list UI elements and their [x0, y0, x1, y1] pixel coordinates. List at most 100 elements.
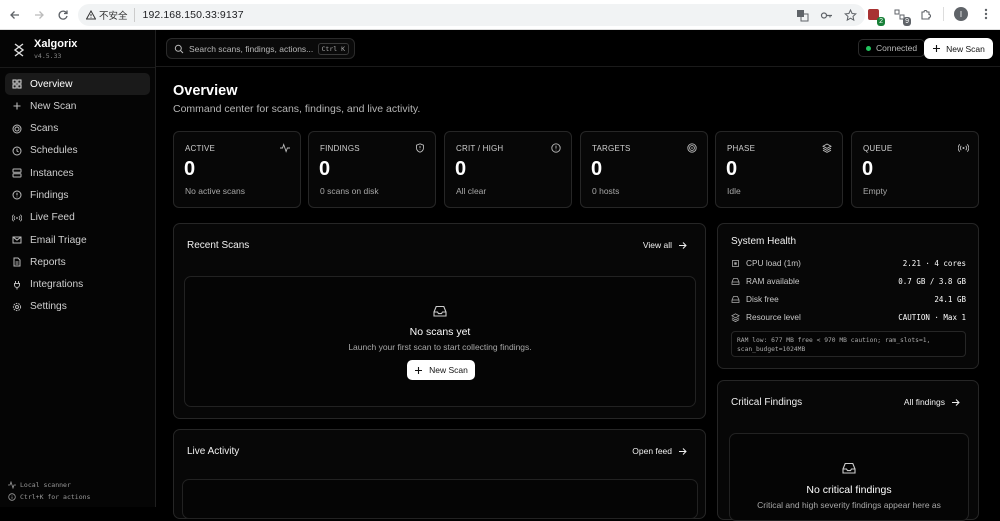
back-icon[interactable] — [6, 6, 24, 24]
forward-icon[interactable] — [30, 6, 48, 24]
stat-desc: Idle — [727, 186, 741, 196]
sidebar-item-settings[interactable]: Settings — [5, 296, 150, 318]
sidebar-item-label: Integrations — [30, 279, 84, 291]
stat-card-active[interactable]: ACTIVE 0 No active scans — [173, 131, 301, 208]
stat-card-findings[interactable]: FINDINGS 0 0 scans on disk — [308, 131, 436, 208]
security-indicator[interactable]: 不安全 — [86, 8, 135, 22]
sidebar-item-label: Findings — [30, 189, 69, 201]
plus-icon — [12, 101, 22, 111]
stat-value: 0 — [455, 158, 467, 180]
search-input[interactable]: Search scans, findings, actions... Ctrl … — [166, 38, 355, 59]
new-scan-button[interactable]: New Scan — [924, 38, 993, 59]
browser-toolbar: 不安全 192.168.150.33:9137 2 9 I — [0, 0, 1000, 30]
sidebar-item-instances[interactable]: Instances — [5, 162, 150, 184]
health-row-ram: RAM available 0.7 GB / 3.8 GB — [731, 274, 966, 288]
warning-icon — [86, 10, 96, 20]
extension-icon[interactable]: 2 — [865, 6, 885, 26]
stat-label: QUEUE — [863, 144, 893, 153]
link-label: View all — [642, 240, 672, 250]
stat-card-queue[interactable]: QUEUE 0 Empty — [851, 131, 979, 208]
view-all-link[interactable]: View all — [643, 240, 687, 250]
arrow-right-icon — [679, 447, 687, 455]
sidebar-item-label: New Scan — [30, 100, 77, 112]
stat-desc: 0 hosts — [592, 186, 620, 196]
puzzle-icon[interactable] — [917, 6, 933, 22]
extension-badge: 9 — [903, 17, 911, 26]
sidebar: Xalgorix v4.5.33 Overview New Scan Scans… — [0, 30, 156, 507]
new-scan-label: New Scan — [946, 43, 985, 54]
health-value: 2.21 · 4 cores — [902, 258, 966, 268]
radio-icon — [958, 143, 969, 153]
address-bar[interactable]: 不安全 192.168.150.33:9137 — [78, 4, 865, 26]
recent-scans-empty-state: No scans yet Launch your first scan to s… — [184, 276, 696, 407]
local-scanner-label: Local scanner — [20, 481, 71, 489]
stat-label: ACTIVE — [185, 144, 216, 153]
arrow-right-icon — [679, 241, 687, 249]
sidebar-footer: Local scanner Ctrl+K for actions — [8, 479, 90, 503]
stat-desc: All clear — [456, 186, 487, 196]
open-feed-link[interactable]: Open feed — [632, 446, 687, 456]
sidebar-item-new-scan[interactable]: New Scan — [5, 95, 150, 117]
sidebar-item-integrations[interactable]: Integrations — [5, 274, 150, 296]
more-vertical-icon[interactable] — [978, 6, 994, 22]
card-title: System Health — [731, 236, 797, 247]
reload-icon[interactable] — [54, 6, 72, 24]
extension-icon[interactable]: 9 — [891, 6, 911, 26]
health-value: 0.7 GB / 3.8 GB — [898, 276, 966, 286]
sidebar-menu: Overview New Scan Scans Schedules Instan… — [0, 68, 155, 323]
stat-value: 0 — [184, 158, 196, 180]
stat-label: PHASE — [727, 144, 756, 153]
stat-card-targets[interactable]: TARGETS 0 0 hosts — [580, 131, 708, 208]
layers-icon — [822, 143, 832, 153]
bookmark-star-icon[interactable] — [843, 8, 857, 22]
live-activity-panel — [182, 479, 698, 519]
all-findings-link[interactable]: All findings — [904, 397, 960, 407]
grid-icon — [12, 79, 22, 89]
profile-avatar[interactable]: I — [954, 7, 968, 21]
card-title: Recent Scans — [187, 240, 250, 251]
health-value: 24.1 GB — [934, 294, 966, 304]
sidebar-item-email-triage[interactable]: Email Triage — [5, 229, 150, 251]
health-label: CPU load (1m) — [746, 258, 801, 268]
card-title: Live Activity — [187, 446, 240, 457]
system-health-card: System Health CPU load (1m) 2.21 · 4 cor… — [717, 223, 979, 369]
health-row-resource-level: Resource level CAUTION · Max 1 — [731, 310, 966, 324]
hdd-icon — [731, 277, 740, 286]
shield-icon — [415, 143, 425, 153]
brand[interactable]: Xalgorix v4.5.33 — [0, 30, 155, 68]
app-name: Xalgorix — [34, 37, 78, 50]
empty-title: No scans yet — [409, 326, 471, 338]
resource-note: RAM low: 677 MB free < 970 MB caution; r… — [731, 331, 966, 357]
url-text[interactable]: 192.168.150.33:9137 — [143, 9, 244, 21]
stat-label: CRIT / HIGH — [456, 144, 504, 153]
sidebar-item-findings[interactable]: Findings — [5, 184, 150, 206]
sidebar-item-label: Instances — [30, 167, 74, 179]
plus-icon — [415, 366, 423, 374]
sidebar-item-scans[interactable]: Scans — [5, 118, 150, 140]
mail-icon — [12, 235, 22, 245]
file-icon — [12, 257, 22, 267]
health-label: RAM available — [746, 276, 800, 286]
plus-icon — [933, 45, 941, 52]
sidebar-item-reports[interactable]: Reports — [5, 251, 150, 273]
sidebar-item-label: Overview — [30, 78, 73, 90]
link-label: Open feed — [632, 446, 672, 456]
plug-icon — [12, 280, 22, 290]
health-label: Disk free — [746, 294, 779, 304]
translate-icon[interactable] — [795, 8, 809, 22]
server-icon — [12, 168, 22, 178]
connection-label: Connected — [876, 43, 918, 53]
search-placeholder: Search scans, findings, actions... — [189, 43, 314, 54]
stat-card-phase[interactable]: PHASE 0 Idle — [715, 131, 843, 208]
new-scan-button[interactable]: New Scan — [407, 360, 475, 380]
key-icon[interactable] — [819, 8, 833, 22]
search-icon — [174, 44, 184, 53]
stat-label: TARGETS — [592, 144, 631, 153]
sidebar-item-label: Scans — [30, 123, 59, 135]
sidebar-item-live-feed[interactable]: Live Feed — [5, 207, 150, 229]
sidebar-item-schedules[interactable]: Schedules — [5, 140, 150, 162]
top-bar: Search scans, findings, actions... Ctrl … — [156, 30, 1000, 67]
button-label: New Scan — [429, 365, 468, 375]
stat-card-crit-high[interactable]: CRIT / HIGH 0 All clear — [444, 131, 572, 208]
sidebar-item-overview[interactable]: Overview — [5, 73, 150, 95]
